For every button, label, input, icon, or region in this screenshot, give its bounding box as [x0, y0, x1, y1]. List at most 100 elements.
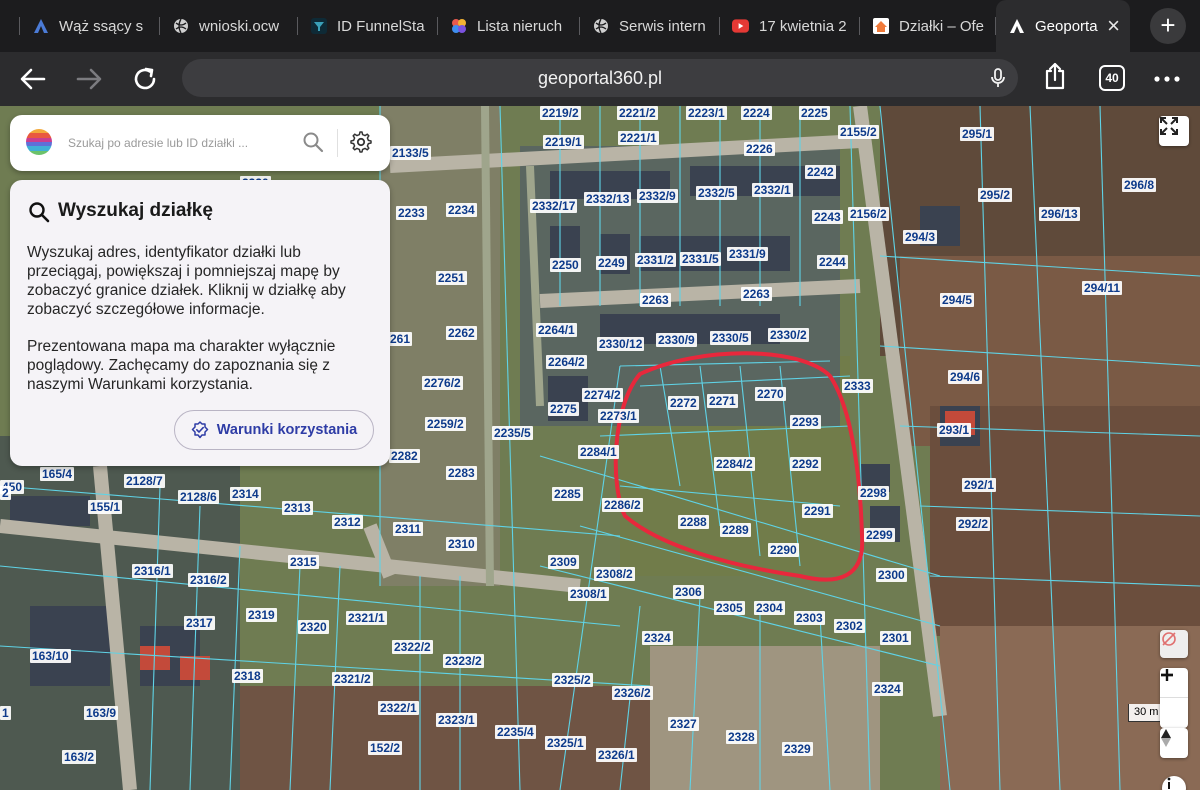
parcel-label[interactable]: 2259/2 [425, 417, 466, 431]
parcel-label[interactable]: 2288 [678, 515, 709, 529]
parcel-label[interactable]: 2250 [550, 258, 581, 272]
parcel-label[interactable]: 2330/12 [597, 337, 645, 351]
parcel-label[interactable]: 2327 [668, 717, 699, 731]
parcel-label[interactable]: 2331/9 [727, 247, 768, 261]
parcel-label[interactable]: 2233 [396, 206, 427, 220]
parcel-label[interactable]: 294/11 [1082, 281, 1123, 295]
parcel-label[interactable]: 2128/7 [124, 474, 165, 488]
parcel-label[interactable]: 2322/2 [392, 640, 433, 654]
parcel-label[interactable]: 294/6 [948, 370, 983, 384]
parcel-label[interactable]: 2314 [230, 487, 261, 501]
parcel-label[interactable]: 261 [388, 332, 413, 346]
new-tab-button[interactable]: + [1150, 8, 1186, 44]
parcel-label[interactable]: 2271 [707, 394, 738, 408]
parcel-label[interactable]: 2282 [389, 449, 420, 463]
tab-overview-button[interactable]: 40 [1099, 65, 1125, 91]
parcel-label[interactable]: 296/8 [1122, 178, 1157, 192]
parcel-label[interactable]: 2319 [246, 608, 277, 622]
search-input[interactable] [68, 131, 298, 155]
parcel-label[interactable]: 295/2 [978, 188, 1013, 202]
parcel-label[interactable]: 2284/2 [714, 457, 755, 471]
parcel-label[interactable]: 294/3 [903, 230, 938, 244]
parcel-label[interactable]: 2324 [642, 631, 673, 645]
parcel-label[interactable]: 2332/13 [584, 192, 632, 206]
parcel-label[interactable]: 2234 [446, 203, 477, 217]
parcel-label[interactable]: 2219/2 [540, 106, 581, 120]
parcel-label[interactable]: 2302 [834, 619, 865, 633]
compass-button[interactable] [1160, 728, 1188, 758]
parcel-label[interactable]: 2244 [817, 255, 848, 269]
location-button[interactable] [1160, 630, 1188, 658]
parcel-label[interactable]: 2276/2 [422, 376, 463, 390]
parcel-label[interactable]: 292/2 [956, 517, 991, 531]
parcel-label[interactable]: 2224 [741, 106, 772, 120]
parcel-label[interactable]: 2308/2 [594, 567, 635, 581]
parcel-label[interactable]: 2263 [640, 293, 671, 307]
parcel-label[interactable]: 2310 [446, 537, 477, 551]
tab-partial[interactable] [0, 0, 20, 52]
parcel-label[interactable]: 2284/1 [578, 445, 619, 459]
parcel-label[interactable]: 2330/9 [656, 333, 697, 347]
parcel-label[interactable]: 2301 [880, 631, 911, 645]
parcel-label[interactable]: 2292 [790, 457, 821, 471]
parcel-label[interactable]: 2264/2 [546, 355, 587, 369]
parcel-label[interactable]: 2306 [673, 585, 704, 599]
parcel-label[interactable]: 2289 [720, 523, 751, 537]
parcel-label[interactable]: 165/4 [40, 467, 75, 481]
parcel-label[interactable]: 2316/1 [132, 564, 173, 578]
parcel-label[interactable]: 2333 [842, 379, 873, 393]
address-bar[interactable]: geoportal360.pl [182, 59, 1018, 97]
parcel-label[interactable]: 2331/2 [635, 253, 676, 267]
share-button[interactable] [1040, 61, 1070, 91]
parcel-label[interactable]: 2309 [548, 555, 579, 569]
parcel-label[interactable]: 2325/1 [545, 736, 586, 750]
parcel-label[interactable]: 163/9 [84, 706, 119, 720]
settings-button[interactable] [350, 131, 374, 155]
parcel-label[interactable]: 292/1 [962, 478, 997, 492]
parcel-label[interactable]: 2249 [596, 256, 627, 270]
parcel-label[interactable]: 2156/2 [848, 207, 889, 221]
fullscreen-button[interactable] [1159, 116, 1189, 146]
parcel-label[interactable]: 2221/1 [618, 131, 659, 145]
reload-button[interactable] [130, 64, 160, 94]
parcel-label[interactable]: 293/1 [937, 423, 972, 437]
forward-button[interactable] [74, 64, 104, 94]
parcel-label[interactable]: 2312 [332, 515, 363, 529]
close-tab-icon[interactable]: × [1107, 15, 1120, 37]
parcel-label[interactable]: 2272 [668, 396, 699, 410]
parcel-label[interactable]: 2235/5 [492, 426, 533, 440]
tab-3[interactable]: ID FunnelSta [298, 0, 438, 52]
parcel-label[interactable]: 2274/2 [582, 388, 623, 402]
parcel-label[interactable]: 2299 [864, 528, 895, 542]
parcel-label[interactable]: 2332/17 [530, 199, 578, 213]
parcel-label[interactable]: 2308/1 [568, 587, 609, 601]
parcel-label[interactable]: 2235/4 [495, 725, 536, 739]
tab-4[interactable]: Lista nieruch [438, 0, 580, 52]
parcel-label[interactable]: 2316/2 [188, 573, 229, 587]
parcel-label[interactable]: 2225 [799, 106, 830, 120]
parcel-label[interactable]: 2331/5 [680, 252, 721, 266]
parcel-label[interactable]: 2275 [548, 402, 579, 416]
parcel-label[interactable]: 2303 [794, 611, 825, 625]
parcel-label[interactable]: 2317 [184, 616, 215, 630]
parcel-label[interactable]: 2262 [446, 326, 477, 340]
zoom-out-button[interactable] [1160, 673, 1188, 728]
parcel-label[interactable]: 2286/2 [602, 498, 643, 512]
parcel-label[interactable]: 2273/1 [598, 409, 639, 423]
parcel-label[interactable]: 2313 [282, 501, 313, 515]
parcel-label[interactable]: 2311 [393, 522, 424, 536]
tab-2[interactable]: wnioski.ocw [160, 0, 298, 52]
parcel-label[interactable]: 2304 [754, 601, 785, 615]
parcel-label[interactable]: 295/1 [960, 127, 995, 141]
parcel-label[interactable]: 2326/1 [596, 748, 637, 762]
parcel-label[interactable]: 2263 [741, 287, 772, 301]
parcel-label[interactable]: 2323/2 [443, 654, 484, 668]
parcel-label[interactable]: 1 [0, 706, 11, 720]
parcel-label[interactable]: 2283 [446, 466, 477, 480]
parcel-label[interactable]: 2305 [714, 601, 745, 615]
search-button[interactable] [302, 131, 326, 155]
tab-1[interactable]: Wąż ssący s [20, 0, 160, 52]
parcel-label[interactable]: 2270 [755, 387, 786, 401]
parcel-label[interactable]: 2318 [232, 669, 263, 683]
parcel-label[interactable]: 2320 [298, 620, 329, 634]
